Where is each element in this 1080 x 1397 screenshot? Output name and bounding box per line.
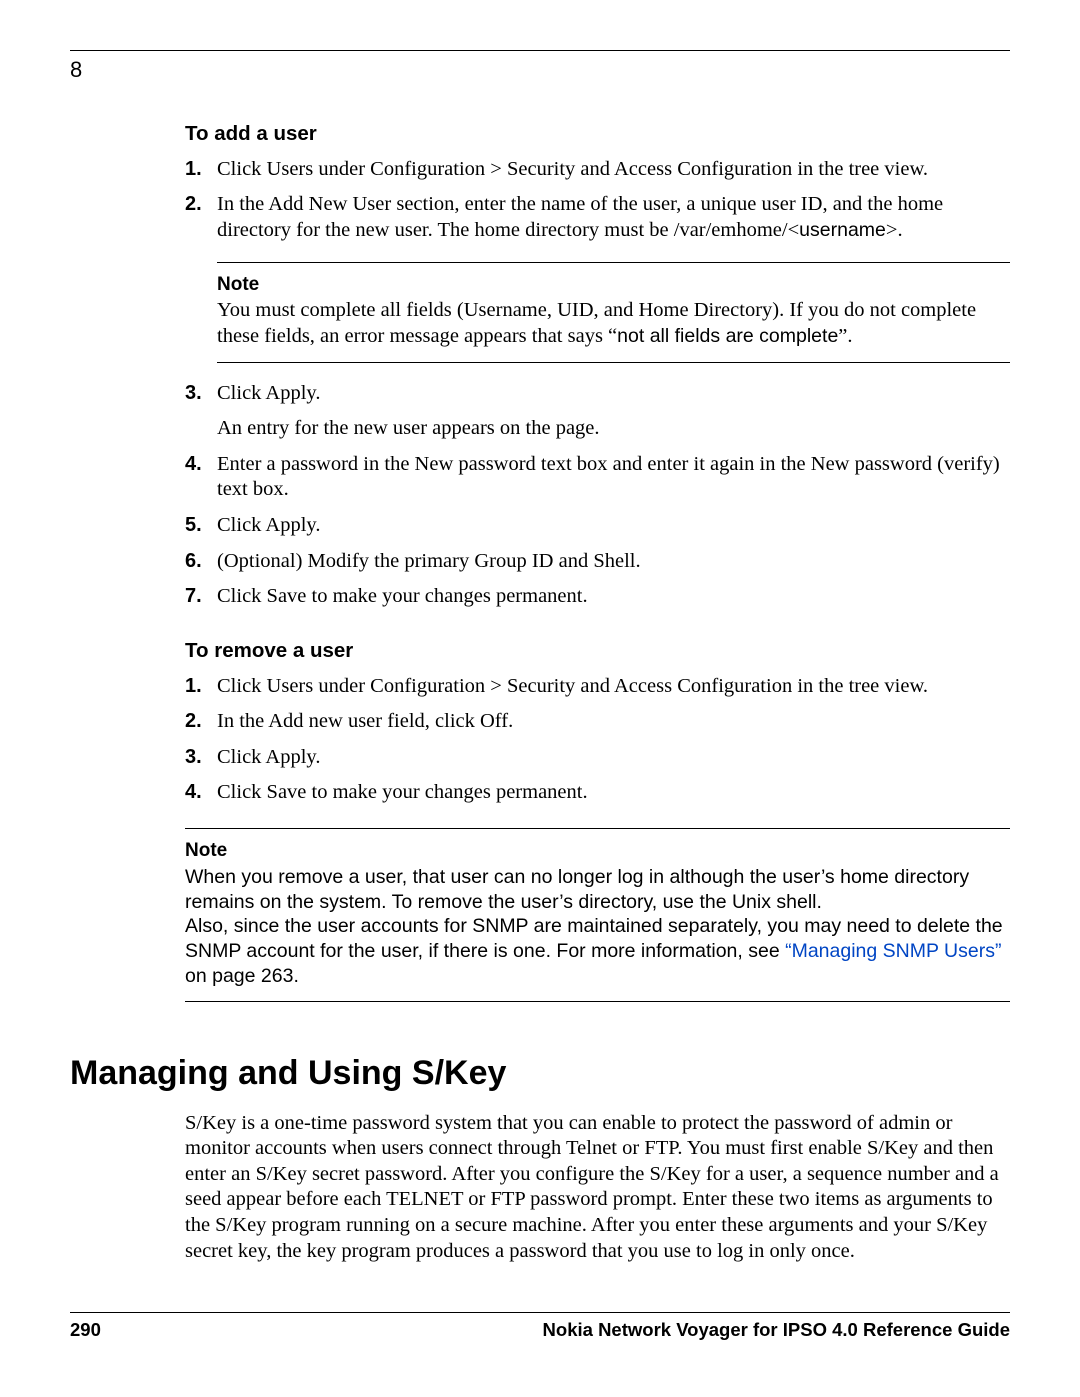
step-text: Click Users under Configuration > Securi… bbox=[217, 674, 1010, 700]
step-number: 6. bbox=[185, 549, 217, 575]
step-number: 1. bbox=[185, 674, 217, 700]
page-number: 290 bbox=[70, 1319, 101, 1341]
step-number: 5. bbox=[185, 513, 217, 539]
list-item: 5. Click Apply. bbox=[185, 513, 1010, 539]
step-number: 2. bbox=[185, 192, 217, 243]
note-box: Note You must complete all fields (Usern… bbox=[217, 262, 1010, 363]
list-item: 2. In the Add New User section, enter th… bbox=[185, 192, 1010, 243]
step-number: 4. bbox=[185, 452, 217, 503]
page-content: To add a user 1. Click Users under Confi… bbox=[185, 121, 1010, 1002]
cross-reference-link[interactable]: “Managing SNMP Users” bbox=[785, 940, 1001, 962]
add-user-steps-1: 1. Click Users under Configuration > Sec… bbox=[185, 157, 1010, 244]
step-number: 4. bbox=[185, 780, 217, 806]
list-item: 7. Click Save to make your changes perma… bbox=[185, 584, 1010, 610]
subheading-add-user: To add a user bbox=[185, 121, 1010, 147]
text-fragment: You must complete all fields (Username, … bbox=[217, 299, 976, 347]
text-fragment: Click Apply. bbox=[217, 382, 320, 404]
list-item: 3. Click Apply. An entry for the new use… bbox=[185, 381, 1010, 442]
text-fragment: ”. bbox=[838, 325, 852, 347]
body-text: S/Key is a one-time password system that… bbox=[185, 1112, 999, 1262]
step-number: 3. bbox=[185, 381, 217, 442]
step-text: In the Add new user field, click Off. bbox=[217, 709, 1010, 735]
step-text: Enter a password in the New password tex… bbox=[217, 452, 1010, 503]
heading-skey: Managing and Using S/Key bbox=[70, 1054, 1010, 1093]
step-number: 1. bbox=[185, 157, 217, 183]
step-number: 2. bbox=[185, 709, 217, 735]
note-text: You must complete all fields (Username, … bbox=[217, 298, 1006, 349]
list-item: 4. Enter a password in the New password … bbox=[185, 452, 1010, 503]
footer-line: 290 Nokia Network Voyager for IPSO 4.0 R… bbox=[70, 1319, 1010, 1341]
list-item: 1. Click Users under Configuration > Sec… bbox=[185, 674, 1010, 700]
add-user-steps-2: 3. Click Apply. An entry for the new use… bbox=[185, 381, 1010, 610]
note-box: Note When you remove a user, that user c… bbox=[185, 828, 1010, 1002]
note-text: When you remove a user, that user can no… bbox=[185, 865, 1006, 989]
text-fragment: >. bbox=[886, 219, 903, 241]
step-text: Click Save to make your changes permanen… bbox=[217, 584, 1010, 610]
remove-user-steps: 1. Click Users under Configuration > Sec… bbox=[185, 674, 1010, 807]
step-text: Click Users under Configuration > Securi… bbox=[217, 157, 1010, 183]
step-followup: An entry for the new user appears on the… bbox=[217, 416, 1010, 442]
step-text: Click Apply. An entry for the new user a… bbox=[217, 381, 1010, 442]
step-number: 3. bbox=[185, 745, 217, 771]
list-item: 1. Click Users under Configuration > Sec… bbox=[185, 157, 1010, 183]
step-text: In the Add New User section, enter the n… bbox=[217, 192, 1010, 243]
chapter-number: 8 bbox=[70, 57, 1010, 83]
list-item: 3. Click Apply. bbox=[185, 745, 1010, 771]
note-label: Note bbox=[185, 839, 1006, 863]
document-page: 8 To add a user 1. Click Users under Con… bbox=[0, 0, 1080, 1397]
step-text: (Optional) Modify the primary Group ID a… bbox=[217, 549, 1010, 575]
list-item: 6. (Optional) Modify the primary Group I… bbox=[185, 549, 1010, 575]
note-label: Note bbox=[217, 273, 1006, 297]
step-text: Click Apply. bbox=[217, 513, 1010, 539]
page-footer: 290 Nokia Network Voyager for IPSO 4.0 R… bbox=[70, 1312, 1010, 1341]
text-fragment: When you remove a user, that user can no… bbox=[185, 866, 969, 913]
code-text: not all fields are complete bbox=[617, 325, 838, 347]
code-text: username bbox=[799, 219, 886, 241]
header-rule bbox=[70, 50, 1010, 51]
subheading-remove-user: To remove a user bbox=[185, 638, 1010, 664]
step-number: 7. bbox=[185, 584, 217, 610]
document-title: Nokia Network Voyager for IPSO 4.0 Refer… bbox=[543, 1319, 1010, 1341]
step-text: Click Apply. bbox=[217, 745, 1010, 771]
text-fragment: on page 263. bbox=[185, 965, 299, 987]
skey-body: S/Key is a one-time password system that… bbox=[185, 1111, 1010, 1265]
footer-rule bbox=[70, 1312, 1010, 1313]
list-item: 2. In the Add new user field, click Off. bbox=[185, 709, 1010, 735]
step-text: Click Save to make your changes permanen… bbox=[217, 780, 1010, 806]
list-item: 4. Click Save to make your changes perma… bbox=[185, 780, 1010, 806]
